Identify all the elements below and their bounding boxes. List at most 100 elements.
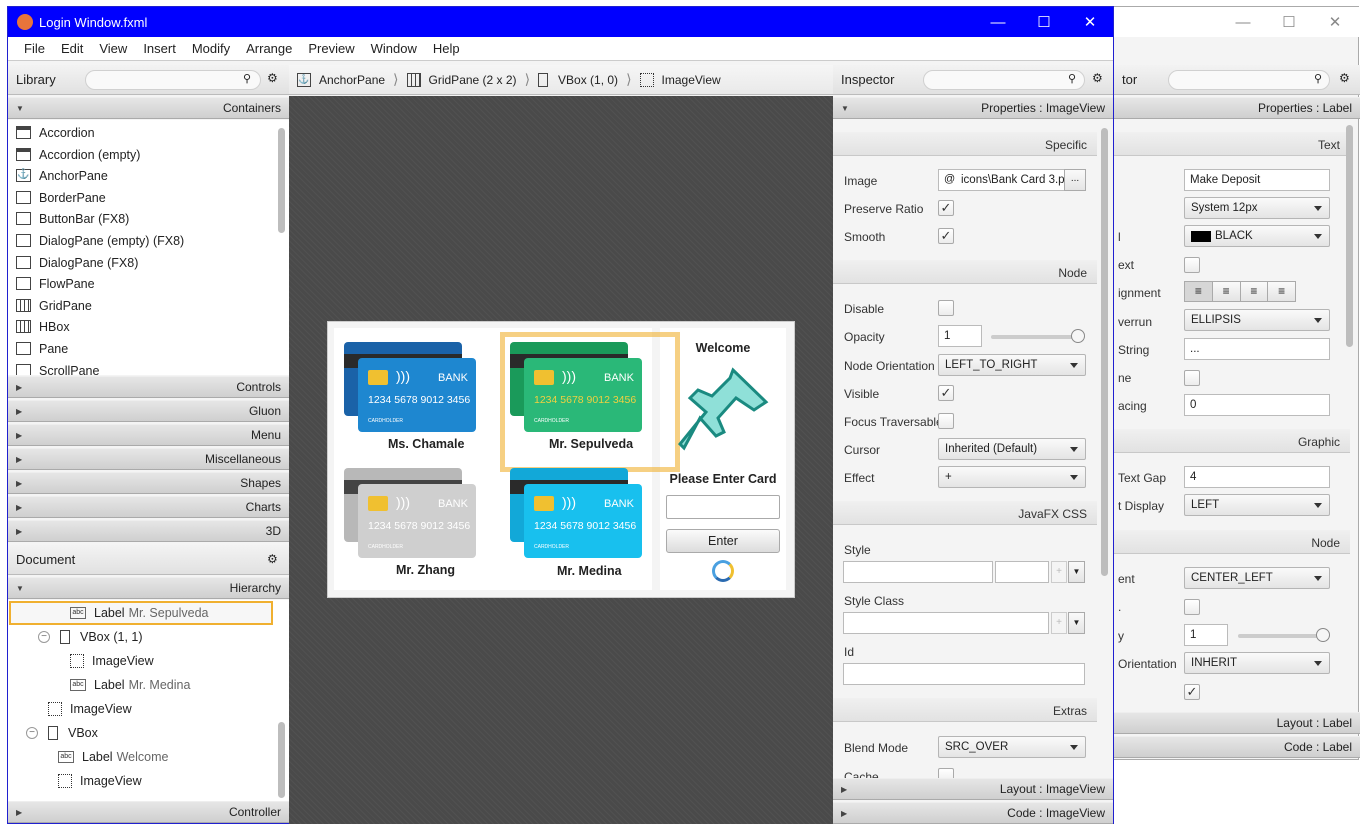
opacity-field[interactable]: 1 <box>1184 624 1228 646</box>
tree-row[interactable]: ImageView <box>58 770 142 792</box>
gear-icon[interactable]: ⚙ <box>267 552 278 566</box>
tree-row[interactable]: ImageView <box>70 650 154 672</box>
line-spacing-field[interactable]: 0 <box>1184 394 1330 416</box>
library-item[interactable]: ScrollPane <box>16 360 99 375</box>
library-item[interactable]: FlowPane <box>16 273 95 294</box>
library-item[interactable]: GridPane <box>16 295 92 316</box>
visible-checkbox[interactable]: ✓ <box>1184 684 1200 700</box>
library-item[interactable]: DialogPane (FX8) <box>16 252 138 273</box>
font-combo[interactable]: System 12px <box>1184 197 1330 219</box>
library-scrollbar[interactable] <box>278 128 285 233</box>
smooth-checkbox[interactable]: ✓ <box>938 228 954 244</box>
miscellaneous-section[interactable]: ▶ Miscellaneous <box>8 448 289 470</box>
chevron-down-icon[interactable]: ▼ <box>1068 612 1085 634</box>
maximize-icon[interactable]: ☐ <box>1266 7 1312 37</box>
menu-section[interactable]: ▶ Menu <box>8 424 289 446</box>
opacity-slider[interactable] <box>991 335 1081 339</box>
menu-file[interactable]: File <box>8 41 53 56</box>
menu-modify[interactable]: Modify <box>184 41 238 56</box>
menu-view[interactable]: View <box>91 41 135 56</box>
id-field[interactable] <box>843 663 1085 685</box>
align-center-icon[interactable]: ≡ <box>1213 282 1241 301</box>
visible-checkbox[interactable]: ✓ <box>938 385 954 401</box>
align-left-icon[interactable]: ≡ <box>1185 282 1213 301</box>
fill-combo[interactable]: BLACK <box>1184 225 1330 247</box>
card-input[interactable] <box>666 495 780 519</box>
shapes-section[interactable]: ▶ Shapes <box>8 472 289 494</box>
blend-mode-combo[interactable]: SRC_OVER <box>938 736 1086 758</box>
menu-help[interactable]: Help <box>425 41 468 56</box>
menu-insert[interactable]: Insert <box>135 41 184 56</box>
properties-section[interactable]: Properties : Label <box>1114 97 1360 119</box>
tree-row[interactable]: abc Label Mr. Medina <box>70 674 190 696</box>
alignment-buttons[interactable]: ≡ ≡ ≡ ≡ <box>1184 281 1296 302</box>
breadcrumb-item[interactable]: GridPane (2 x 2) <box>429 73 517 87</box>
close-icon[interactable]: ✕ <box>1067 7 1113 37</box>
node-orientation-combo[interactable]: LEFT_TO_RIGHT <box>938 354 1086 376</box>
search-input[interactable] <box>1168 70 1330 90</box>
graphic-text-gap-field[interactable]: 4 <box>1184 466 1330 488</box>
library-item[interactable]: ButtonBar (FX8) <box>16 208 129 229</box>
menu-window[interactable]: Window <box>363 41 425 56</box>
menu-edit[interactable]: Edit <box>53 41 91 56</box>
inspector-scrollbar[interactable] <box>1101 128 1108 576</box>
text-field[interactable]: Make Deposit <box>1184 169 1330 191</box>
tree-row[interactable]: ImageView <box>48 698 132 720</box>
focus-traversable-checkbox[interactable] <box>938 413 954 429</box>
design-canvas[interactable]: ))) BANK 1234 5678 9012 3456 CARDHOLDER … <box>289 96 833 824</box>
style-class-field[interactable] <box>843 612 1049 634</box>
style-property-field[interactable] <box>843 561 993 583</box>
browse-button[interactable]: ... <box>1064 169 1086 191</box>
opacity-slider-thumb[interactable] <box>1316 628 1330 642</box>
close-icon[interactable]: ✕ <box>1312 7 1358 37</box>
tree-row[interactable]: − VBox (1, 1) <box>38 626 143 648</box>
gear-icon[interactable]: ⚙ <box>267 71 278 85</box>
library-item[interactable]: Accordion (empty) <box>16 144 140 165</box>
tree-row[interactable]: abc Label Mr. Sepulveda <box>70 602 209 624</box>
library-item[interactable]: BorderPane <box>16 187 106 208</box>
minimize-icon[interactable]: — <box>975 7 1021 37</box>
3d-section[interactable]: ▶ 3D <box>8 520 289 542</box>
align-justify-icon[interactable]: ≡ <box>1268 282 1295 301</box>
layout-section[interactable]: Layout : Label <box>1114 712 1360 734</box>
alignment-combo[interactable]: CENTER_LEFT <box>1184 567 1330 589</box>
opacity-field[interactable]: 1 <box>938 325 982 347</box>
layout-section[interactable]: ▶ Layout : ImageView <box>833 778 1113 800</box>
cursor-combo[interactable]: Inherited (Default) <box>938 438 1086 460</box>
gluon-section[interactable]: ▶ Gluon <box>8 400 289 422</box>
charts-section[interactable]: ▶ Charts <box>8 496 289 518</box>
preserve-ratio-checkbox[interactable]: ✓ <box>938 200 954 216</box>
disable-checkbox[interactable] <box>1184 599 1200 615</box>
align-right-icon[interactable]: ≡ <box>1241 282 1269 301</box>
wrap-text-checkbox[interactable] <box>1184 257 1200 273</box>
library-item[interactable]: DialogPane (empty) (FX8) <box>16 230 184 251</box>
scrollbar[interactable] <box>1346 125 1353 347</box>
enter-button[interactable]: Enter <box>666 529 780 553</box>
code-section[interactable]: ▶ Code : ImageView <box>833 802 1113 824</box>
cache-checkbox[interactable] <box>938 768 954 778</box>
library-item[interactable]: Accordion <box>16 122 95 143</box>
library-search-input[interactable] <box>85 70 261 90</box>
content-display-combo[interactable]: LEFT <box>1184 494 1330 516</box>
style-value-field[interactable] <box>995 561 1049 583</box>
disable-checkbox[interactable] <box>938 300 954 316</box>
chevron-down-icon[interactable]: ▼ <box>1068 561 1085 583</box>
containers-section[interactable]: ▼ Containers <box>8 97 289 119</box>
library-item[interactable]: ⚓ AnchorPane <box>16 165 108 186</box>
add-style-button[interactable]: + <box>1051 561 1067 583</box>
properties-section[interactable]: ▼ Properties : ImageView <box>833 97 1113 119</box>
opacity-slider[interactable] <box>1238 634 1324 638</box>
breadcrumb-item[interactable]: AnchorPane <box>319 73 385 87</box>
gear-icon[interactable]: ⚙ <box>1092 71 1103 85</box>
opacity-slider-thumb[interactable] <box>1071 329 1085 343</box>
inspector-search-input[interactable] <box>923 70 1085 90</box>
tree-row[interactable]: − VBox <box>26 722 98 744</box>
tree-row[interactable]: abc Label Welcome <box>58 746 168 768</box>
breadcrumb-item[interactable]: ImageView <box>662 73 721 87</box>
menu-arrange[interactable]: Arrange <box>238 41 300 56</box>
library-item[interactable]: Pane <box>16 338 68 359</box>
maximize-icon[interactable]: ☐ <box>1021 7 1067 37</box>
breadcrumb-item[interactable]: VBox (1, 0) <box>558 73 618 87</box>
text-overrun-combo[interactable]: ELLIPSIS <box>1184 309 1330 331</box>
node-orientation-combo[interactable]: INHERIT <box>1184 652 1330 674</box>
